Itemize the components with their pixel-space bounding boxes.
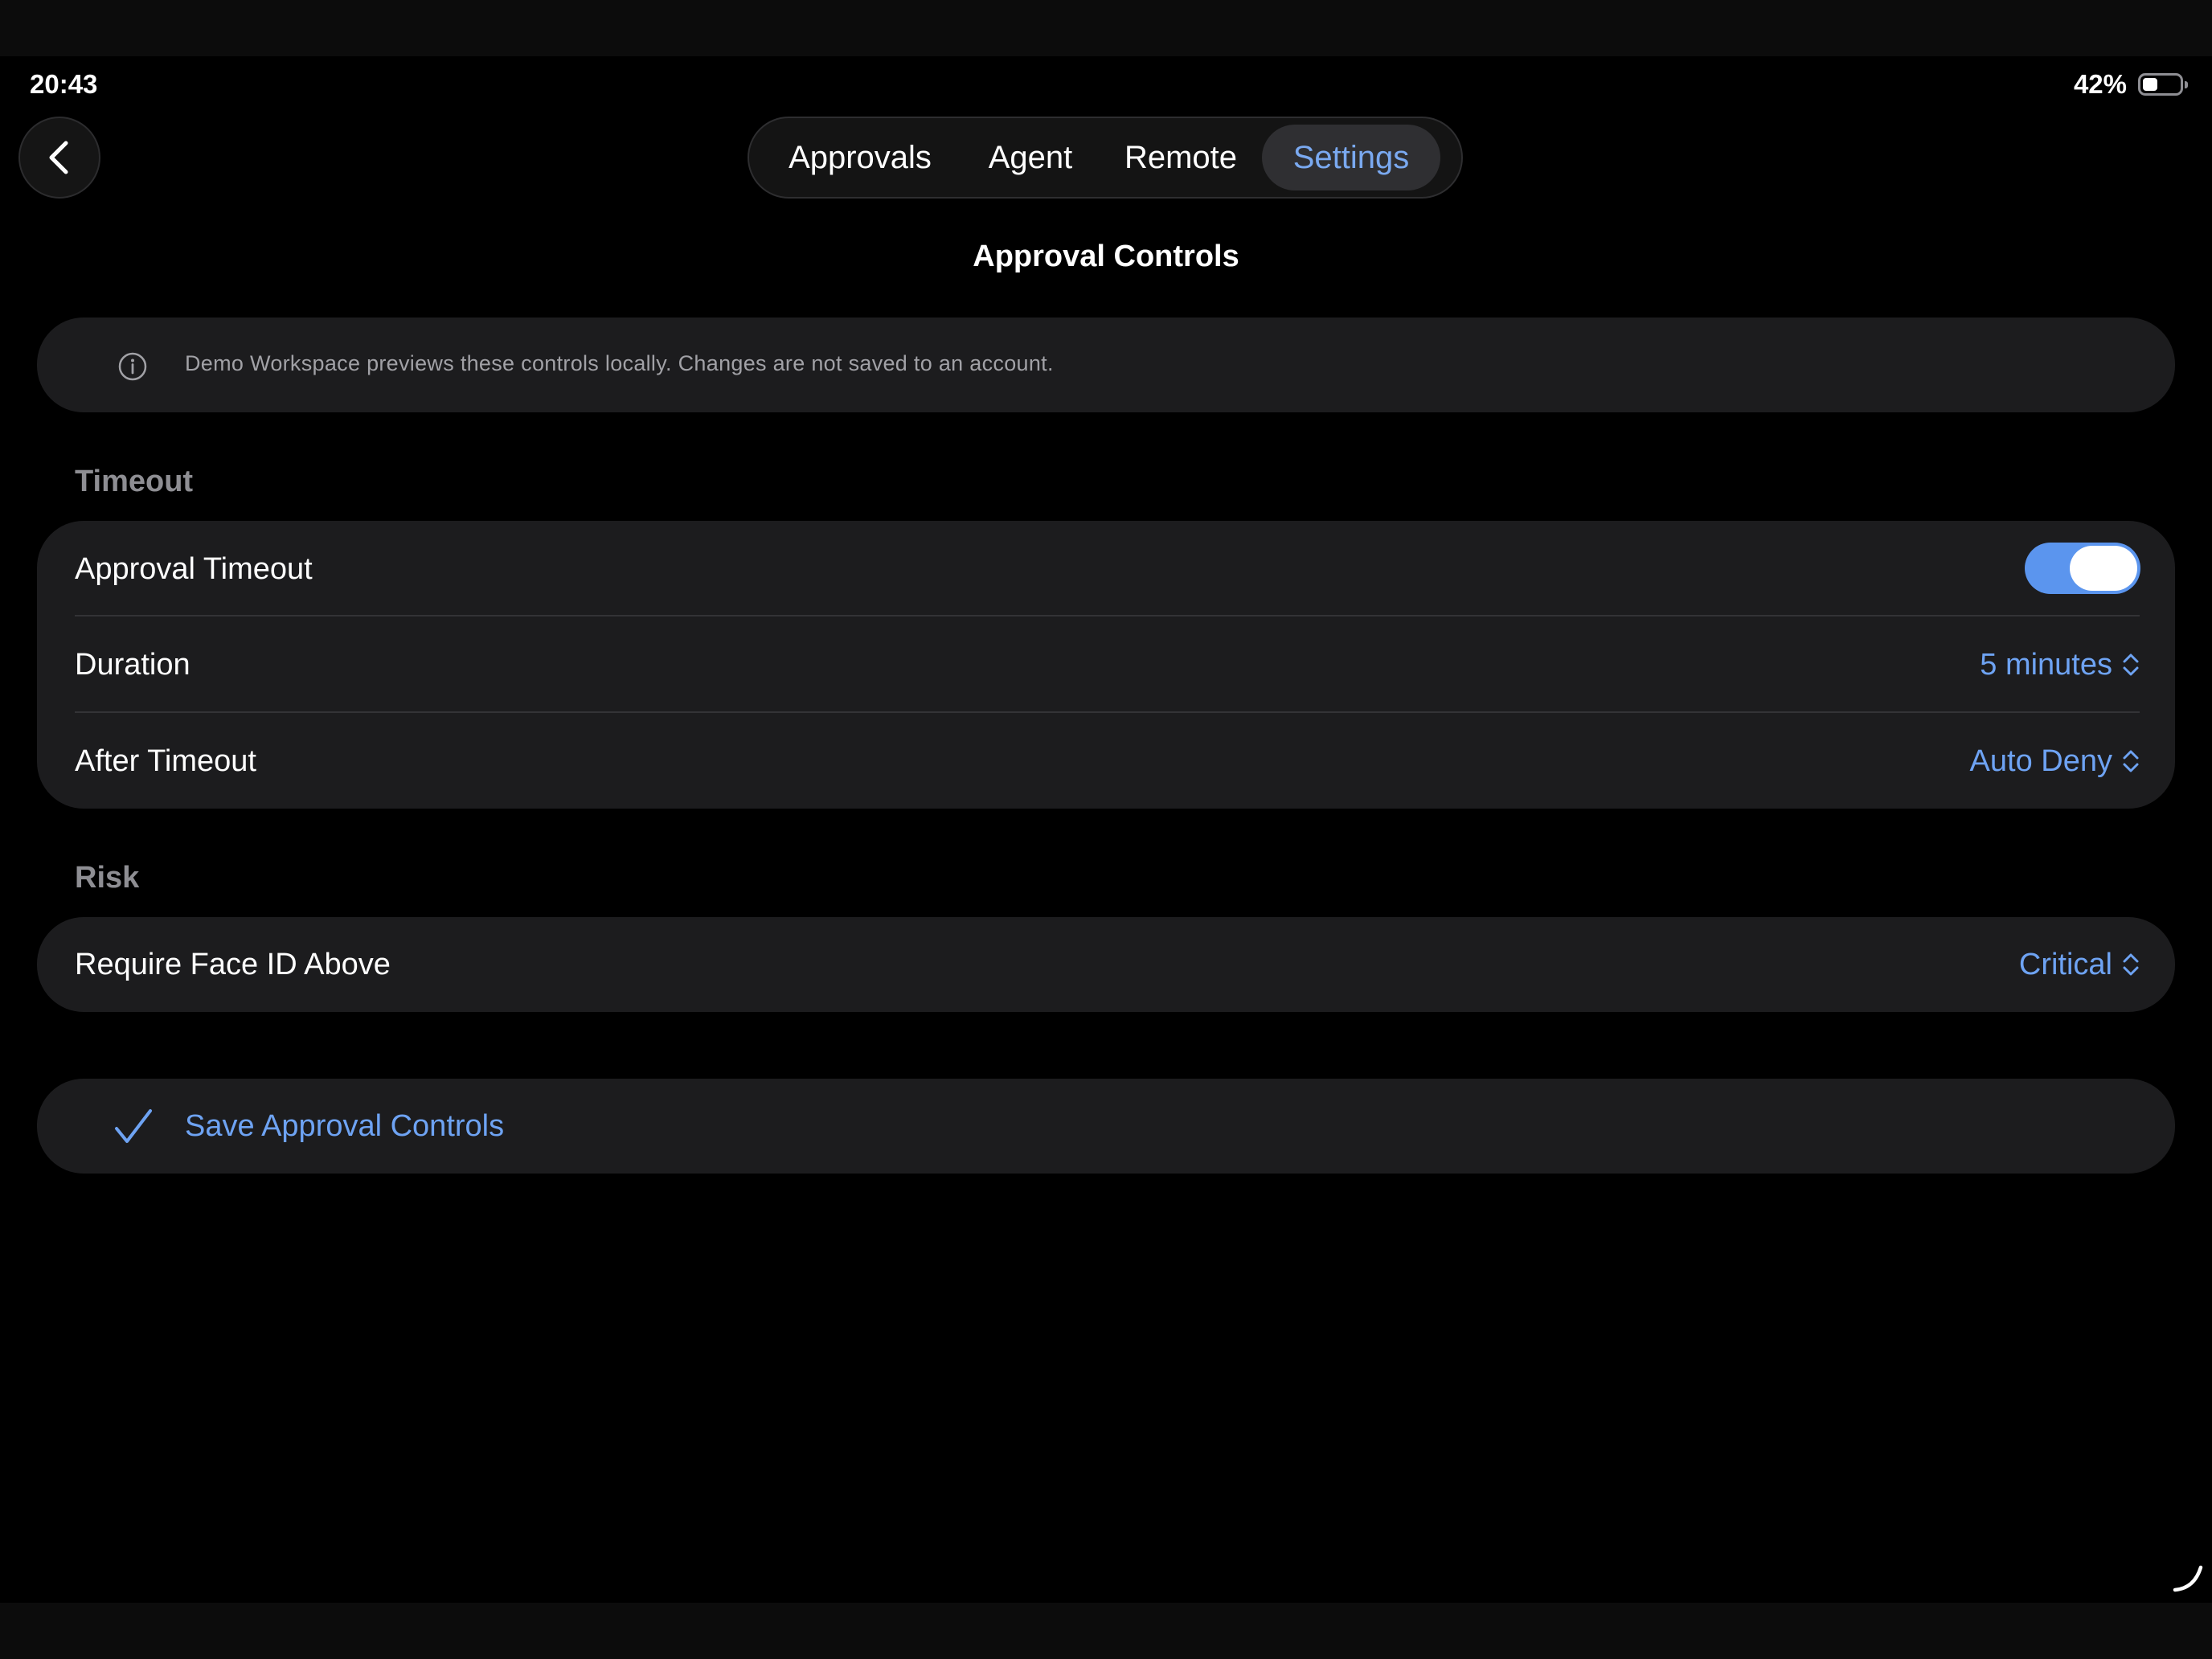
status-battery-group: 42% — [2073, 69, 2188, 100]
after-timeout-row[interactable]: After Timeout Auto Deny — [37, 713, 2175, 809]
duration-row[interactable]: Duration 5 minutes — [37, 616, 2175, 713]
section-header-risk: Risk — [75, 861, 140, 895]
after-timeout-picker[interactable]: Auto Deny — [1970, 744, 2140, 779]
info-banner-text: Demo Workspace previews these controls l… — [185, 351, 1054, 375]
bottom-bezel — [0, 1603, 2212, 1659]
timeout-card: Approval Timeout Duration 5 minutes Afte… — [37, 521, 2175, 809]
after-timeout-label: After Timeout — [75, 743, 256, 778]
duration-picker[interactable]: 5 minutes — [1980, 648, 2140, 682]
toggle-knob — [2070, 546, 2137, 591]
tab-remote[interactable]: Remote — [1120, 125, 1241, 190]
battery-fill — [2143, 78, 2157, 91]
top-bezel — [0, 0, 2212, 56]
risk-card: Require Face ID Above Critical — [37, 917, 2175, 1012]
tab-approvals[interactable]: Approvals — [780, 125, 940, 190]
status-time: 20:43 — [30, 69, 98, 99]
tab-agent[interactable]: Agent — [982, 125, 1079, 190]
duration-value: 5 minutes — [1980, 647, 2112, 682]
page-title: Approval Controls — [973, 240, 1239, 273]
after-timeout-value: Auto Deny — [1969, 743, 2112, 778]
save-approval-controls-label: Save Approval Controls — [185, 1109, 505, 1143]
duration-label: Duration — [75, 647, 190, 682]
tab-bar: Approvals Agent Remote Settings — [748, 117, 1463, 199]
info-banner: Demo Workspace previews these controls l… — [37, 317, 2175, 412]
require-face-id-label: Require Face ID Above — [75, 947, 391, 981]
chevron-up-down-icon — [2123, 653, 2139, 676]
approval-timeout-row: Approval Timeout — [37, 521, 2175, 617]
info-icon — [118, 352, 147, 381]
require-face-id-row[interactable]: Require Face ID Above Critical — [37, 917, 2175, 1012]
approval-timeout-label: Approval Timeout — [75, 551, 313, 586]
battery-icon — [2138, 73, 2188, 96]
corner-indicator-icon — [2173, 1565, 2203, 1592]
require-face-id-value: Critical — [2018, 947, 2112, 981]
chevron-up-down-icon — [2123, 953, 2139, 976]
approval-timeout-toggle[interactable] — [2025, 543, 2140, 594]
tab-settings[interactable]: Settings — [1262, 125, 1440, 190]
require-face-id-picker[interactable]: Critical — [2019, 948, 2140, 982]
back-button[interactable] — [18, 117, 100, 199]
chevron-left-icon — [49, 141, 68, 174]
save-approval-controls-button[interactable]: Save Approval Controls — [37, 1079, 2175, 1174]
battery-percent: 42% — [2073, 69, 2127, 99]
section-header-timeout: Timeout — [75, 465, 194, 498]
chevron-up-down-icon — [2123, 750, 2139, 772]
checkmark-icon — [115, 1109, 152, 1143]
